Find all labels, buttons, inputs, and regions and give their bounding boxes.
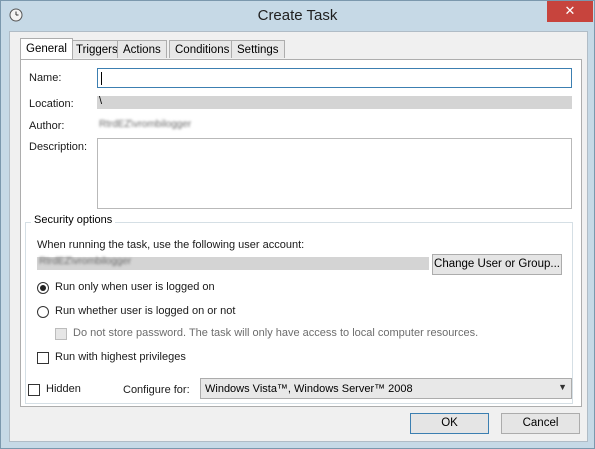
- chevron-down-icon: ▼: [558, 382, 567, 392]
- do-not-store-password-label: Do not store password. The task will onl…: [73, 327, 479, 339]
- location-value: \: [99, 95, 103, 107]
- radio-selected-dot: [40, 285, 46, 291]
- location-field: \: [97, 95, 572, 109]
- configure-for-select[interactable]: Windows Vista™, Windows Server™ 2008 ▼: [200, 378, 572, 399]
- close-button[interactable]: ✕: [547, 1, 593, 22]
- name-input[interactable]: [97, 68, 572, 88]
- run-whether-logged-on-radio[interactable]: [37, 306, 49, 318]
- run-logged-on-radio[interactable]: [37, 282, 49, 294]
- highest-privileges-label[interactable]: Run with highest privileges: [55, 351, 186, 363]
- configure-for-label: Configure for:: [123, 384, 190, 396]
- ok-button[interactable]: OK: [410, 413, 489, 434]
- tab-settings[interactable]: Settings: [231, 40, 285, 58]
- description-input[interactable]: [97, 138, 572, 209]
- author-label: Author:: [29, 120, 65, 132]
- highest-privileges-checkbox[interactable]: [37, 352, 49, 364]
- author-value: RtrdEZ\vrombilogger: [99, 119, 192, 130]
- dialog-client-area: General Triggers Actions Conditions Sett…: [9, 31, 588, 442]
- tab-general[interactable]: General: [20, 38, 73, 59]
- run-whether-logged-on-label[interactable]: Run whether user is logged on or not: [55, 305, 235, 317]
- window-title: Create Task: [257, 7, 338, 24]
- tab-conditions[interactable]: Conditions: [169, 40, 236, 58]
- title-bar[interactable]: Create Task ✕: [1, 1, 594, 31]
- description-label: Description:: [29, 141, 88, 153]
- tab-actions[interactable]: Actions: [117, 40, 167, 58]
- user-account-value: RtrdEZ\vrombilogger: [39, 256, 132, 267]
- text-caret: [101, 72, 102, 85]
- tab-triggers[interactable]: Triggers: [70, 40, 124, 58]
- configure-for-value: Windows Vista™, Windows Server™ 2008: [205, 383, 413, 395]
- do-not-store-password-checkbox: [55, 328, 67, 340]
- close-icon: ✕: [564, 3, 576, 18]
- hidden-checkbox[interactable]: [28, 384, 40, 396]
- user-account-label: When running the task, use the following…: [37, 239, 305, 251]
- general-tab-panel: Name: Location: \ Author: RtrdEZ\vrombil…: [20, 59, 582, 407]
- run-logged-on-label[interactable]: Run only when user is logged on: [55, 281, 215, 293]
- create-task-window: Create Task ✕ General Triggers Actions C…: [0, 0, 595, 449]
- user-account-field: RtrdEZ\vrombilogger: [37, 256, 429, 270]
- change-user-group-button[interactable]: Change User or Group...: [432, 254, 562, 275]
- hidden-label[interactable]: Hidden: [46, 383, 81, 395]
- security-options-legend: Security options: [31, 214, 116, 226]
- cancel-button[interactable]: Cancel: [501, 413, 580, 434]
- location-label: Location:: [29, 98, 74, 110]
- name-label: Name:: [29, 72, 62, 84]
